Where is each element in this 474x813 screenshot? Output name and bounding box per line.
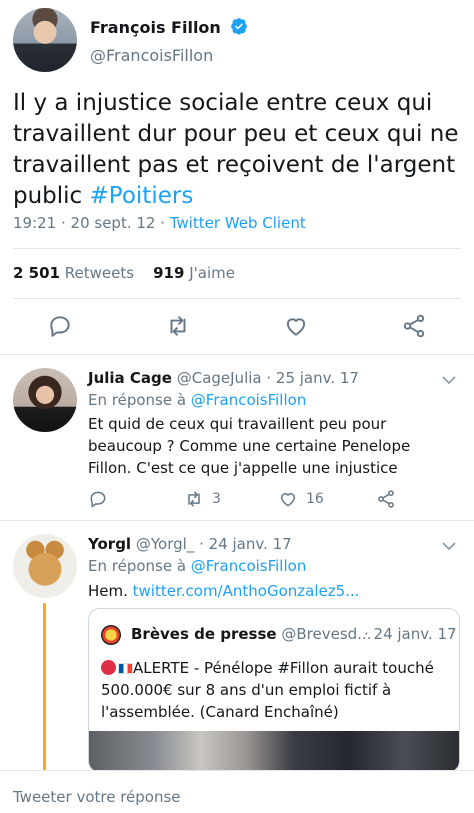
hashtag-link[interactable]: #Poitiers [90, 183, 194, 209]
quote-author-name[interactable]: Brèves de presse [131, 625, 277, 643]
avatar[interactable] [13, 8, 77, 72]
reply-author-handle[interactable]: @Yorgl_ [136, 535, 194, 553]
mention-link[interactable]: @FrancoisFillon [191, 391, 307, 409]
tweet-stats: 2 501 Retweets 919 J'aime [13, 264, 235, 282]
reply-author-name[interactable]: Julia Cage [88, 369, 172, 387]
chevron-down-icon[interactable] [441, 375, 457, 385]
tweet-text: Il y a injustice sociale entre ceux qui … [13, 88, 463, 212]
quote-body: ALERTE - Pénélope #Fillon aurait touché … [101, 659, 434, 721]
tweet-meta: 19:21 · 20 sept. 12 · Twitter Web Client [13, 214, 306, 232]
thread-line [43, 603, 46, 771]
reply-tweet[interactable]: Julia Cage @CageJulia · 25 janv. 17 En r… [0, 355, 474, 520]
reply-icon[interactable] [47, 313, 73, 339]
reply-text: Et quid de ceux qui travaillent peu pour… [88, 415, 411, 477]
reply-input[interactable]: Tweeter votre réponse [13, 788, 181, 806]
reply-author-handle[interactable]: @CageJulia [177, 369, 262, 387]
author-name-text[interactable]: François Fillon [90, 18, 221, 37]
like-label[interactable]: J'aime [189, 264, 235, 282]
tweet-body: Il y a injustice sociale entre ceux qui … [13, 90, 459, 209]
reply-text-prefix: Hem. [88, 582, 133, 600]
tweet-actions [0, 313, 474, 343]
avatar[interactable] [13, 534, 77, 598]
author-handle[interactable]: @FrancoisFillon [90, 46, 213, 65]
quote-text: ALERTE - Pénélope #Fillon aurait touché … [101, 657, 451, 723]
like-count[interactable]: 919 [153, 264, 184, 282]
quote-author-handle[interactable]: @Brevesd... [281, 625, 371, 643]
share-button[interactable] [376, 488, 396, 510]
reply-header: Yorgl @Yorgl_ · 24 janv. 17 [88, 535, 292, 553]
reply-text: Hem. twitter.com/AnthoGonzalez5... [88, 580, 458, 602]
tweet-timestamp: 19:21 · 20 sept. 12 · [13, 214, 170, 232]
reply-header: Julia Cage @CageJulia · 25 janv. 17 [88, 369, 359, 387]
like-button[interactable]: 16 [278, 488, 324, 510]
chevron-down-icon[interactable] [441, 541, 457, 551]
author-name[interactable]: François Fillon [90, 17, 248, 37]
avatar[interactable] [13, 368, 77, 432]
like-icon[interactable] [278, 489, 298, 509]
mention-link[interactable]: @FrancoisFillon [191, 557, 307, 575]
reply-author-name[interactable]: Yorgl [88, 535, 131, 553]
retweet-count: 3 [212, 491, 221, 507]
quote-photo[interactable] [89, 731, 459, 772]
client-link[interactable]: Twitter Web Client [170, 214, 306, 232]
quoted-tweet-card[interactable]: Brèves de presse @Brevesd... · 24 janv. … [88, 608, 460, 773]
divider [13, 298, 461, 299]
quote-header: Brèves de presse @Brevesd... [131, 625, 371, 643]
reply-actions: 3 16 [88, 488, 408, 510]
retweet-icon[interactable] [184, 489, 204, 509]
reply-to: En réponse à @FrancoisFillon [88, 391, 306, 409]
retweet-label[interactable]: Retweets [65, 264, 134, 282]
share-icon[interactable] [376, 489, 396, 509]
retweet-icon[interactable] [165, 313, 191, 339]
quote-date: · 24 janv. 17 [364, 625, 457, 643]
reply-icon[interactable] [88, 489, 108, 509]
france-flag-icon [118, 663, 133, 674]
share-icon[interactable] [401, 313, 427, 339]
reply-date: · 25 janv. 17 [266, 369, 359, 387]
reply-date: · 24 janv. 17 [199, 535, 292, 553]
divider [13, 248, 461, 249]
reply-button[interactable] [88, 488, 108, 510]
verified-badge-icon [231, 18, 248, 35]
like-icon[interactable] [283, 313, 309, 339]
reply-to-prefix: En réponse à [88, 557, 191, 575]
reply-to: En réponse à @FrancoisFillon [88, 557, 306, 575]
avatar[interactable] [101, 625, 121, 645]
url-link[interactable]: twitter.com/AnthoGonzalez5... [133, 582, 360, 600]
red-circle-icon [101, 660, 116, 675]
reply-to-prefix: En réponse à [88, 391, 191, 409]
retweet-count[interactable]: 2 501 [13, 264, 60, 282]
retweet-button[interactable]: 3 [184, 488, 221, 510]
like-count: 16 [306, 491, 324, 507]
reply-compose-bar[interactable]: Tweeter votre réponse [0, 770, 474, 813]
